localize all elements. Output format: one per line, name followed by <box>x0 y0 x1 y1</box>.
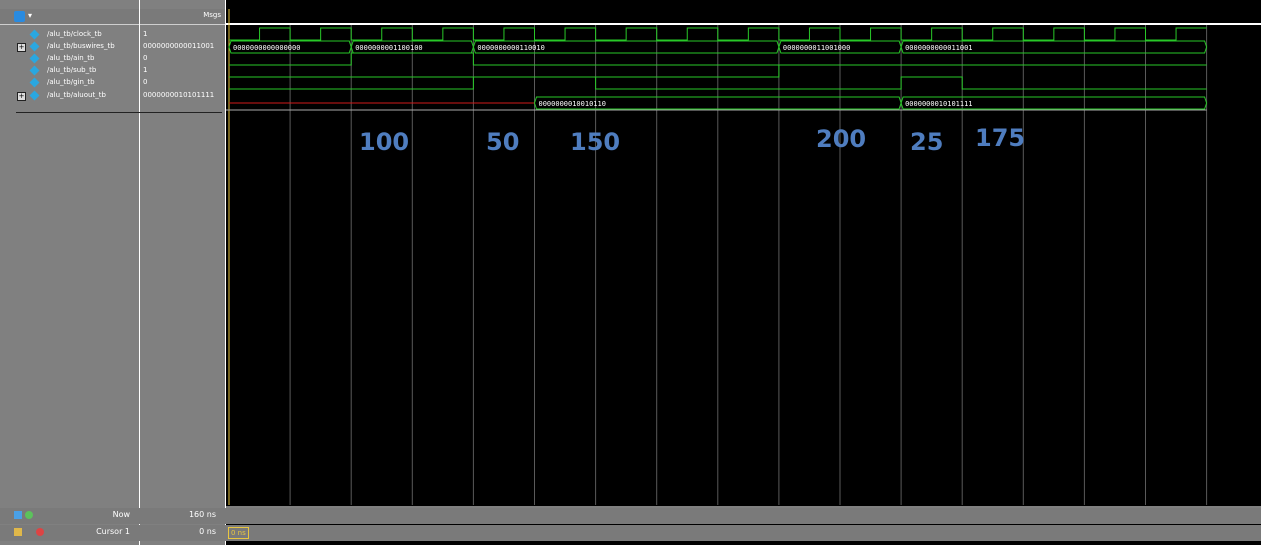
footer-add-icon[interactable] <box>14 511 22 519</box>
wave-menu-icon[interactable] <box>14 11 25 22</box>
msgs-label: Msgs <box>203 11 221 19</box>
footer-cursor-row: Cursor 1 0 ns <box>0 525 1261 541</box>
signal-diamond-icon <box>29 77 40 88</box>
signal-value: 0000000010101111 <box>143 91 215 99</box>
signal-diamond-icon <box>29 90 40 101</box>
aluout-label: 0000000010101111 <box>905 100 972 108</box>
cursor-time-text: 0 ns <box>231 529 246 537</box>
footer-now-row: Now 160 ns <box>0 508 1261 524</box>
signal-name[interactable]: /alu_tb/ain_tb <box>47 53 94 64</box>
signal-diamond-icon <box>29 41 40 52</box>
expand-toggle-icon[interactable]: + <box>17 92 26 101</box>
signal-value: 1 <box>143 66 148 74</box>
now-label: Now <box>112 510 130 519</box>
cursor-time-box[interactable]: 0 ns <box>228 527 249 539</box>
signal-diamond-icon <box>29 53 40 64</box>
buswires-label: 0000000001100100 <box>355 44 422 52</box>
wave-header <box>226 9 1261 24</box>
signal-values-pane: Msgs <box>140 0 225 545</box>
signal-name[interactable]: /alu_tb/gin_tb <box>47 77 95 88</box>
lock-icon[interactable] <box>14 528 22 536</box>
signal-value: 0000000000011001 <box>143 42 215 50</box>
buswires-label: 0000000011001000 <box>783 44 850 52</box>
annotation-number: 100 <box>359 128 410 156</box>
signal-value: 0 <box>143 54 148 62</box>
chevron-down-icon[interactable]: ▾ <box>28 11 32 20</box>
annotation-number: 50 <box>486 128 520 156</box>
signal-value: 0 <box>143 78 148 86</box>
now-value: 160 ns <box>188 510 216 519</box>
signal-name[interactable]: /alu_tb/sub_tb <box>47 65 96 76</box>
annotation-number: 25 <box>910 128 944 156</box>
footer-zoom-icon[interactable] <box>25 511 33 519</box>
buswires-label: 0000000000011001 <box>905 44 972 52</box>
annotation-number: 150 <box>570 128 621 156</box>
buswires-label: 0000000000110010 <box>477 44 544 52</box>
annotation-number: 200 <box>816 125 867 153</box>
signal-name[interactable]: /alu_tb/aluout_tb <box>47 90 106 101</box>
expand-toggle-icon[interactable]: + <box>17 43 26 52</box>
signal-diamond-icon <box>29 29 40 40</box>
clock-waveform <box>229 27 1207 41</box>
annotation-number: 175 <box>975 124 1026 152</box>
signal-names-pane: ▾ /alu_tb/clock_tb + /alu_tb/buswires_tb/a… <box>0 0 139 545</box>
signal-diamond-icon <box>29 65 40 76</box>
buswires-label: 0000000000000000 <box>233 44 300 52</box>
cursor-remove-icon[interactable] <box>36 528 44 536</box>
signal-name[interactable]: /alu_tb/buswires_tb <box>47 41 115 52</box>
cursor-value: 0 ns <box>199 527 216 536</box>
values-header: Msgs <box>140 9 225 25</box>
row-separator <box>16 112 222 113</box>
cursor-label: Cursor 1 <box>96 527 130 536</box>
signal-name[interactable]: /alu_tb/clock_tb <box>47 29 102 40</box>
names-header: ▾ <box>0 9 139 25</box>
waveform-canvas[interactable]: 0000000000000000 0000000001100100 00000000… <box>226 0 1261 545</box>
aluout-label: 0000000010010110 <box>539 100 606 108</box>
signal-value: 1 <box>143 30 148 38</box>
